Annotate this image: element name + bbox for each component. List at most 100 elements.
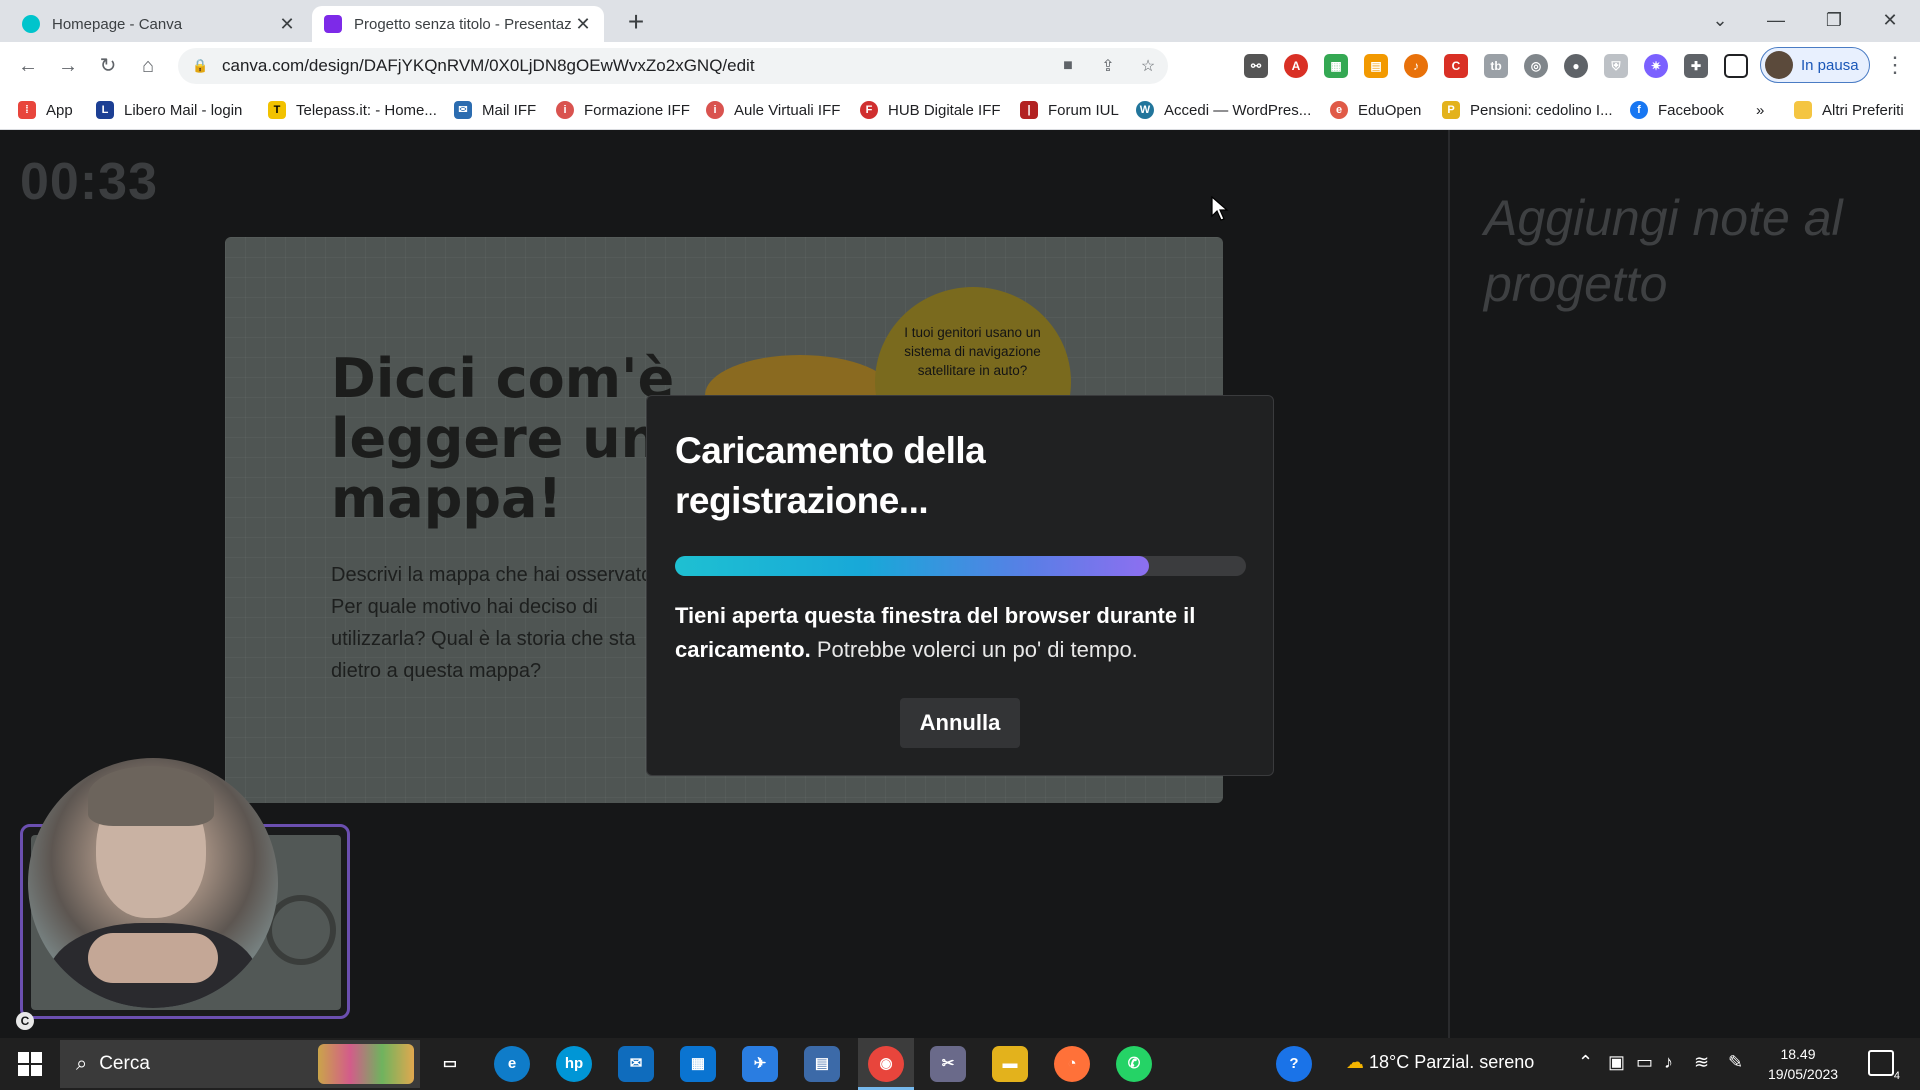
new-tab-button[interactable]: + xyxy=(622,8,650,36)
profile-button[interactable]: In pausa xyxy=(1760,47,1870,83)
tab-title: Progetto senza titolo - Presentaz xyxy=(354,15,572,33)
bookmarks-overflow-button[interactable]: » xyxy=(1756,98,1764,122)
extension-icon[interactable]: ⚯ xyxy=(1244,54,1268,78)
bookmark-item[interactable]: i Formazione IFF xyxy=(556,98,690,122)
bookmark-item[interactable]: f Facebook xyxy=(1630,98,1724,122)
notes-field[interactable]: Aggiungi note al progetto xyxy=(1484,185,1904,317)
adblock-icon[interactable]: A xyxy=(1284,54,1308,78)
calculator-icon[interactable]: ▤ xyxy=(804,1046,840,1082)
tab-title: Homepage - Canva xyxy=(52,15,183,33)
windows-start-icon[interactable] xyxy=(18,1052,42,1076)
bookmark-item[interactable]: ✉ Mail IFF xyxy=(454,98,536,122)
notification-center-icon[interactable]: 4 xyxy=(1868,1050,1900,1082)
webcam-person-hair xyxy=(88,766,214,826)
weather-widget[interactable]: ☁ 18°C Parzial. sereno xyxy=(1346,1052,1534,1073)
taskbar-search[interactable]: ⌕ Cerca xyxy=(60,1040,420,1088)
canva-icon xyxy=(22,15,40,33)
menu-icon[interactable]: ⋮ xyxy=(1880,52,1910,78)
forward-icon[interactable]: → xyxy=(54,52,82,80)
edge-icon[interactable]: e xyxy=(494,1046,530,1082)
chrome-icon[interactable]: ◉ xyxy=(868,1046,904,1082)
bookmark-item[interactable]: W Accedi — WordPres... xyxy=(1136,98,1311,122)
libero-icon: L xyxy=(96,101,114,119)
bookmark-item[interactable]: e EduOpen xyxy=(1330,98,1421,122)
bulb-icon[interactable]: ● xyxy=(1564,54,1588,78)
url-text[interactable]: canva.com/design/DAFjYKQnRVM/0X0LjDN8gOE… xyxy=(222,56,1048,76)
extension-icon[interactable]: tb xyxy=(1484,54,1508,78)
folder-icon xyxy=(1794,101,1812,119)
bookmark-item[interactable]: i Aule Virtuali IFF xyxy=(706,98,840,122)
hp-icon[interactable]: hp xyxy=(556,1046,592,1082)
minimize-button[interactable]: — xyxy=(1756,4,1796,36)
star-icon[interactable]: ☆ xyxy=(1128,56,1168,76)
extension-icon[interactable]: ✷ xyxy=(1644,54,1668,78)
clock-date: 19/05/2023 xyxy=(1768,1066,1839,1082)
notification-count: 4 xyxy=(1893,1070,1900,1082)
share-icon[interactable]: ⇪ xyxy=(1088,56,1128,76)
browser-toolbar: ← → ↻ ⌂ 🔒 canva.com/design/DAFjYKQnRVM/0… xyxy=(0,42,1920,90)
whatsapp-icon[interactable]: ✆ xyxy=(1116,1046,1152,1082)
extension-icon[interactable]: ♪ xyxy=(1404,54,1428,78)
iff-icon: i xyxy=(706,101,724,119)
search-placeholder: Cerca xyxy=(99,1053,150,1074)
webcam-bubble[interactable] xyxy=(28,758,278,1008)
firefox-icon[interactable]: ◔ xyxy=(1054,1046,1090,1082)
presentation-timer: 00:33 xyxy=(20,153,158,211)
cancel-button[interactable]: Annulla xyxy=(900,698,1020,748)
notes-divider xyxy=(1448,130,1450,1038)
dialog-message: Tieni aperta questa finestra del browser… xyxy=(675,599,1255,667)
bookmark-item[interactable]: L Libero Mail - login xyxy=(96,98,242,122)
clock[interactable]: 18.49 19/05/2023 xyxy=(1768,1044,1839,1084)
close-window-button[interactable]: ✕ xyxy=(1870,4,1910,36)
taskbar: ⌕ Cerca ▭ e hp ✉ ▦ ✈ ▤ ◉ ✂ ▬ ◔ ✆ ? ☁ 18°… xyxy=(0,1038,1920,1090)
bookmark-item[interactable]: T Telepass.it: - Home... xyxy=(268,98,437,122)
tab-progetto-senza-titolo[interactable]: Progetto senza titolo - Presentaz ✕ xyxy=(312,6,604,42)
tray-chevron-icon[interactable]: ⌃ xyxy=(1578,1052,1593,1073)
close-icon[interactable]: ✕ xyxy=(574,14,592,35)
telepass-icon: T xyxy=(268,101,286,119)
extension-icon[interactable]: ◎ xyxy=(1524,54,1548,78)
wifi-icon[interactable]: ≋ xyxy=(1694,1052,1709,1073)
bookmarks-bar: ⁞ App L Libero Mail - login T Telepass.it: … xyxy=(0,90,1920,130)
back-icon[interactable]: ← xyxy=(14,52,42,80)
snip-icon[interactable]: ✂ xyxy=(930,1046,966,1082)
sidepanel-icon[interactable] xyxy=(1724,54,1748,78)
bookmark-item[interactable]: F HUB Digitale IFF xyxy=(860,98,1001,122)
extension-icon[interactable]: ▦ xyxy=(1324,54,1348,78)
volume-icon[interactable]: ♪ xyxy=(1664,1052,1673,1073)
bookmark-item[interactable]: | Forum IUL xyxy=(1020,98,1119,122)
mail-icon[interactable]: ✉ xyxy=(618,1046,654,1082)
address-bar[interactable]: 🔒 canva.com/design/DAFjYKQnRVM/0X0LjDN8g… xyxy=(178,48,1168,84)
puzzle-icon[interactable]: ✚ xyxy=(1684,54,1708,78)
slide-body: Descrivi la mappa che hai osservato. Per… xyxy=(331,564,658,682)
pen-icon[interactable]: ✎ xyxy=(1728,1052,1743,1073)
webcam-person-hands xyxy=(88,933,218,983)
restore-button[interactable]: ❐ xyxy=(1814,4,1854,36)
extension-icon[interactable]: ▤ xyxy=(1364,54,1388,78)
lock-icon[interactable]: 🔒 xyxy=(192,58,210,74)
tab-search-icon[interactable]: ⌄ xyxy=(1700,4,1740,36)
tab-homepage-canva[interactable]: Homepage - Canva ✕ xyxy=(10,6,308,42)
folder-icon[interactable]: ▬ xyxy=(992,1046,1028,1082)
camera-icon[interactable]: ■ xyxy=(1048,57,1088,75)
profile-status: In pausa xyxy=(1801,56,1859,74)
bookmark-item[interactable]: P Pensioni: cedolino I... xyxy=(1442,98,1613,122)
shield-icon[interactable]: ⛨ xyxy=(1604,54,1628,78)
help-icon[interactable]: ? xyxy=(1276,1046,1312,1082)
task-view-icon[interactable]: ▭ xyxy=(432,1046,468,1082)
close-icon[interactable]: ✕ xyxy=(278,14,296,35)
bookmark-item[interactable]: ⁞ App xyxy=(18,98,73,122)
app-icon[interactable]: ✈ xyxy=(742,1046,778,1082)
facebook-icon: f xyxy=(1630,101,1648,119)
globe-icon xyxy=(266,895,336,965)
other-bookmarks-folder[interactable]: Altri Preferiti xyxy=(1794,98,1904,122)
tray-device-icon[interactable]: ▣ xyxy=(1608,1052,1625,1073)
upload-progress-bar xyxy=(675,556,1246,576)
upload-recording-dialog: Caricamento della registrazione... Tieni… xyxy=(646,395,1274,776)
extension-icon[interactable]: C xyxy=(1444,54,1468,78)
search-icon: ⌕ xyxy=(76,1052,88,1075)
reload-icon[interactable]: ↻ xyxy=(94,52,122,80)
store-icon[interactable]: ▦ xyxy=(680,1046,716,1082)
home-icon[interactable]: ⌂ xyxy=(134,52,162,80)
battery-icon[interactable]: ▭ xyxy=(1636,1052,1653,1073)
